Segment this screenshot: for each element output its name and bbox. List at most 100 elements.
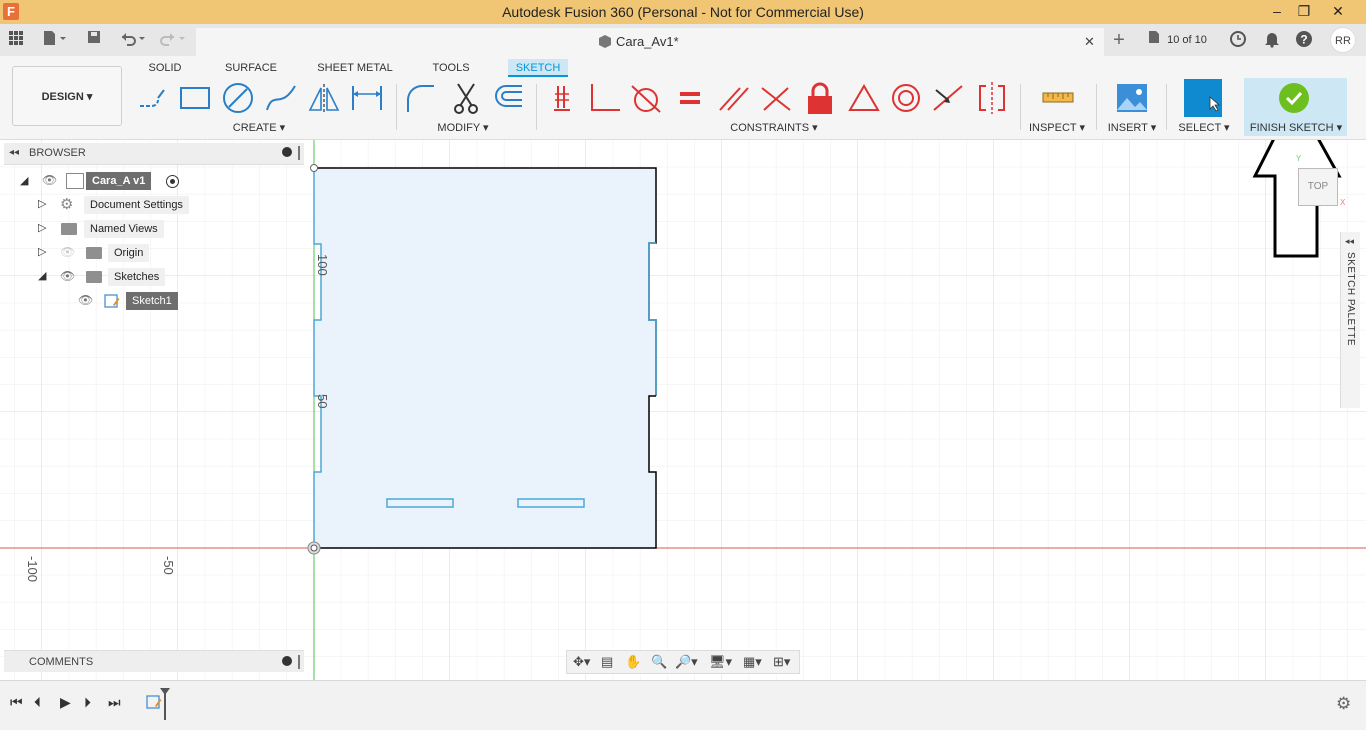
modify-group-label[interactable]: MODIFY ▾ — [430, 121, 496, 134]
midpoint-triangle-icon[interactable] — [846, 80, 882, 116]
expand-arrow-icon[interactable]: ▷ — [38, 197, 46, 210]
play-icon[interactable]: ▶ — [60, 694, 71, 711]
step-forward-icon[interactable]: ⏵ — [84, 694, 91, 711]
perpendicular-cross-icon[interactable] — [758, 80, 794, 116]
browser-item-sketch1[interactable]: Sketch1 — [126, 292, 178, 310]
folder-icon — [86, 247, 102, 259]
insert-group-label[interactable]: INSERT ▾ — [1104, 121, 1160, 134]
circle-tool-icon[interactable] — [220, 80, 256, 116]
display-settings-icon[interactable]: 🖥▾ — [709, 654, 732, 670]
redo-icon[interactable] — [158, 30, 188, 50]
browser-item-document-settings[interactable]: Document Settings — [84, 196, 189, 214]
browser-root-item[interactable]: Cara_A v1 — [86, 172, 152, 190]
viewports-icon[interactable]: ⊞▾ — [773, 654, 790, 670]
file-menu-icon[interactable] — [40, 30, 70, 50]
constraints-group-label[interactable]: CONSTRAINTS ▾ — [722, 121, 826, 134]
timeline-settings-gear-icon[interactable]: ⚙ — [1336, 694, 1351, 714]
timeline-sketch-icon[interactable] — [146, 694, 162, 713]
close-window-button[interactable]: ✕ — [1323, 0, 1353, 24]
select-group-label[interactable]: SELECT ▾ — [1174, 121, 1234, 134]
job-status-icon[interactable] — [1144, 30, 1164, 50]
grid-settings-icon[interactable]: ▦▾ — [743, 654, 762, 670]
browser-header[interactable]: ◂◂ BROWSER — [4, 143, 304, 165]
insert-image-icon[interactable] — [1114, 80, 1150, 116]
tab-tools[interactable]: TOOLS — [428, 59, 474, 77]
coincident-constraint-icon[interactable] — [544, 80, 580, 116]
fillet-tool-icon[interactable] — [402, 80, 438, 116]
expand-arrow-icon[interactable]: ▷ — [38, 221, 46, 234]
hidden-eye-icon[interactable]: 👁 — [60, 245, 75, 259]
browser-item-named-views[interactable]: Named Views — [84, 220, 164, 238]
fit-zoom-icon[interactable]: 🔎▾ — [675, 654, 698, 670]
add-comment-icon[interactable] — [282, 656, 292, 666]
browser-item-origin[interactable]: Origin — [108, 244, 150, 262]
browser-minimize-icon[interactable] — [282, 147, 292, 157]
browser-item-sketches[interactable]: Sketches — [108, 268, 166, 286]
tab-sketch[interactable]: SKETCH — [508, 59, 568, 77]
browser-pin-icon[interactable] — [298, 146, 300, 160]
visibility-eye-icon[interactable]: 👁 — [78, 293, 93, 307]
visibility-eye-icon[interactable]: 👁 — [60, 269, 75, 283]
tab-solid[interactable]: SOLID — [144, 59, 186, 77]
dimension-tool-icon[interactable] — [349, 80, 385, 116]
measure-ruler-icon[interactable] — [1040, 80, 1076, 116]
go-to-end-icon[interactable]: ⏭ — [108, 694, 121, 711]
help-icon[interactable]: ? — [1294, 30, 1314, 50]
symmetry-constraint-icon[interactable] — [974, 80, 1010, 116]
line-tool-icon[interactable] — [134, 80, 170, 116]
active-radio-icon[interactable] — [166, 175, 179, 188]
timeline-marker-head-icon[interactable] — [160, 688, 170, 695]
offset-tool-icon[interactable] — [490, 80, 526, 116]
job-status-count[interactable]: 10 of 10 — [1164, 30, 1210, 50]
collapse-browser-icon[interactable]: ◂◂ — [9, 147, 19, 158]
tab-close-icon[interactable]: ✕ — [1084, 34, 1095, 50]
orbit-icon[interactable]: ✥▾ — [573, 654, 590, 670]
restore-button[interactable]: ❐ — [1289, 0, 1319, 24]
parallel-constraint-icon[interactable] — [716, 80, 752, 116]
perpendicular-constraint-icon[interactable] — [586, 80, 622, 116]
spline-tool-icon[interactable] — [263, 80, 299, 116]
equal-constraint-icon[interactable] — [672, 80, 708, 116]
workspace-switcher[interactable]: DESIGN ▾ — [12, 66, 122, 126]
toolbar-divider — [1020, 84, 1021, 130]
go-to-start-icon[interactable]: ⏮ — [10, 694, 23, 711]
tab-sheet-metal[interactable]: SHEET METAL — [316, 59, 394, 77]
save-icon[interactable] — [86, 30, 102, 50]
user-avatar[interactable]: RR — [1330, 27, 1356, 53]
collapse-arrow-icon[interactable]: ◢ — [38, 269, 46, 282]
new-tab-button[interactable]: + — [1108, 30, 1130, 50]
step-back-icon[interactable]: ⏴ — [34, 694, 41, 711]
collinear-constraint-icon[interactable] — [930, 80, 966, 116]
fix-lock-icon[interactable] — [802, 80, 838, 116]
concentric-constraint-icon[interactable] — [888, 80, 924, 116]
tangent-constraint-icon[interactable] — [628, 80, 664, 116]
document-tab[interactable]: Cara_Av1* ✕ — [196, 28, 1104, 56]
visibility-eye-icon[interactable]: 👁 — [42, 173, 57, 187]
viewcube-y-axis-icon: Y — [1296, 154, 1302, 163]
finish-sketch-check-icon[interactable] — [1278, 82, 1310, 114]
mirror-tool-icon[interactable] — [306, 80, 342, 116]
rectangle-tool-icon[interactable] — [177, 80, 213, 116]
inspect-group-label[interactable]: INSPECT ▾ — [1026, 121, 1088, 134]
finish-sketch-label[interactable]: FINISH SKETCH ▾ — [1248, 121, 1344, 134]
tab-surface[interactable]: SURFACE — [222, 59, 280, 77]
minimize-button[interactable]: – — [1262, 0, 1292, 24]
trim-scissors-icon[interactable] — [448, 80, 484, 116]
pan-hand-icon[interactable]: ✋ — [625, 654, 641, 670]
zoom-icon[interactable]: 🔍 — [651, 654, 667, 670]
sketch-palette-label: SKETCH PALETTE — [1345, 252, 1356, 347]
look-at-icon[interactable]: ▤ — [601, 654, 613, 670]
clock-icon[interactable] — [1228, 30, 1248, 50]
app-grid-icon[interactable] — [6, 30, 26, 50]
viewcube[interactable]: TOP — [1298, 168, 1338, 206]
notification-bell-icon[interactable] — [1262, 30, 1282, 50]
expand-palette-icon[interactable]: ◂◂ — [1345, 236, 1354, 247]
comments-pin-icon[interactable] — [298, 655, 300, 669]
collapse-root-icon[interactable]: ◢ — [20, 174, 28, 187]
comments-panel[interactable]: COMMENTS — [4, 650, 304, 672]
undo-icon[interactable] — [118, 30, 148, 50]
select-window-icon[interactable] — [1184, 79, 1222, 117]
create-group-label[interactable]: CREATE ▾ — [226, 121, 292, 134]
design-canvas[interactable] — [0, 140, 1366, 680]
expand-arrow-icon[interactable]: ▷ — [38, 245, 46, 258]
